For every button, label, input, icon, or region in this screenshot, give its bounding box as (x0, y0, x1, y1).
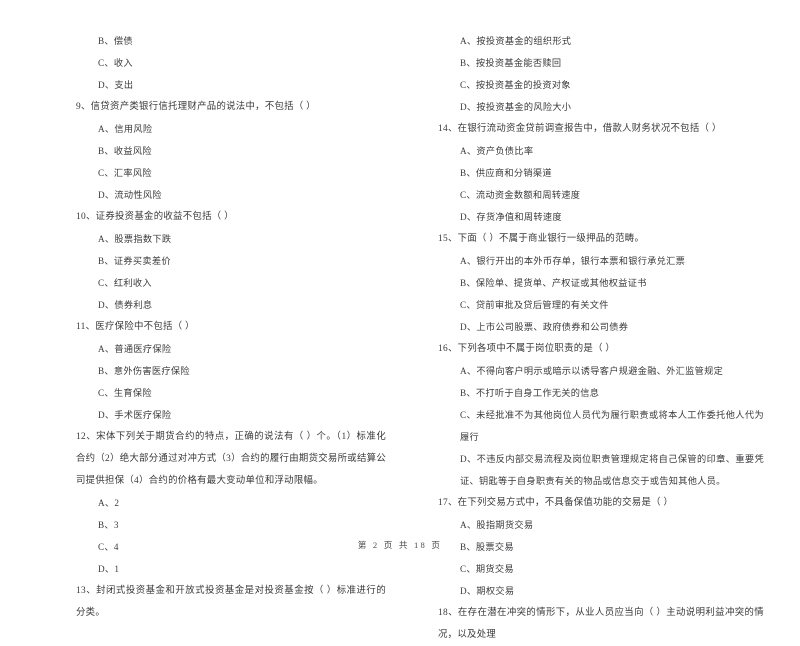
question-stem: 13、封闭式投资基金和开放式投资基金是对投资基金按（ ）标准进行的分类。 (76, 586, 386, 618)
question-option: B、按投资基金能否赎回 (460, 58, 562, 68)
question-option: B、证券买卖差价 (98, 256, 171, 266)
question-option: B、保险单、提货单、产权证或其他权益证书 (460, 278, 647, 288)
question-option: A、不得向客户明示或暗示以诱导客户规避金融、外汇监管规定 (460, 366, 724, 376)
question-option: C、期货交易 (460, 564, 514, 574)
question-option: D、存货净值和周转速度 (460, 212, 562, 222)
right-column: A、按投资基金的组织形式 B、按投资基金能否赎回 C、按投资基金的投资对象 D、按投资… (400, 30, 772, 646)
question-option: A、股指期货交易 (460, 520, 534, 530)
question-option: D、手术医疗保险 (98, 410, 172, 420)
question-option: A、银行开出的本外币存单，银行本票和银行承兑汇票 (460, 256, 686, 266)
question-option: B、意外伤害医疗保险 (98, 366, 190, 376)
question-option: C、未经批准不为其他岗位人员代为履行职责或将本人工作委托他人代为履行 (460, 410, 764, 442)
question-option: D、不违反内部交易流程及岗位职责管理规定将自己保管的印章、重要凭证、钥匙等于自身… (460, 454, 764, 486)
question-option: A、股票指数下跌 (98, 234, 172, 244)
question-option: B、3 (98, 520, 119, 530)
question-option: C、红利收入 (98, 278, 152, 288)
question-option: A、普通医疗保险 (98, 344, 172, 354)
question-option: B、供应商和分销渠道 (460, 168, 552, 178)
question-stem: 16、下列各项中不属于岗位职责的是（ ） (438, 344, 616, 354)
question-stem: 18、在存在潜在冲突的情形下，从业人员应当向（ ）主动说明利益冲突的情况，以及处… (438, 608, 764, 640)
question-stem: 10、证券投资基金的收益不包括（ ） (76, 212, 234, 222)
two-column-layout: B、偿债 C、收入 D、支出 9、信贷资产类银行信托理财产品的说法中，不包括（ ） A、… (28, 30, 772, 646)
question-stem: 15、下面（ ）不属于商业银行一级押品的范畴。 (438, 234, 645, 244)
question-option: C、贷前审批及贷后管理的有关文件 (460, 300, 609, 310)
question-option: D、流动性风险 (98, 190, 162, 200)
question-stem: 12、宋体下列关于期货合约的特点，正确的说法有（ ）个。（1）标准化合约（2）绝… (76, 432, 386, 486)
question-option: B、收益风险 (98, 146, 152, 156)
question-option: A、按投资基金的组织形式 (460, 36, 572, 46)
question-option: D、上市公司股票、政府债券和公司债券 (460, 322, 629, 332)
question-option: A、2 (98, 498, 120, 508)
question-option: D、1 (98, 564, 120, 574)
left-column: B、偿债 C、收入 D、支出 9、信贷资产类银行信托理财产品的说法中，不包括（ ） A、… (28, 30, 400, 624)
question-option: C、收入 (98, 58, 133, 68)
question-option: D、支出 (98, 80, 134, 90)
question-stem: 17、在下列交易方式中，不具备保值功能的交易是（ ） (438, 498, 674, 508)
question-option: C、流动资金数额和周转速度 (460, 190, 581, 200)
question-option: B、不打听于自身工作无关的信息 (460, 388, 600, 398)
question-option: A、资产负债比率 (460, 146, 534, 156)
question-option: C、生育保险 (98, 388, 152, 398)
question-option: D、按投资基金的风险大小 (460, 102, 572, 112)
question-stem: 14、在银行流动资金贷前调查报告中，借款人财务状况不包括（ ） (438, 124, 722, 134)
page-footer: 第 2 页 共 18 页 (357, 540, 443, 550)
question-option: C、按投资基金的投资对象 (460, 80, 571, 90)
question-option: B、偿债 (98, 36, 133, 46)
question-option: A、信用风险 (98, 124, 153, 134)
question-option: C、汇率风险 (98, 168, 152, 178)
question-stem: 9、信贷资产类银行信托理财产品的说法中，不包括（ ） (76, 102, 316, 112)
question-stem: 11、医疗保险中不包括（ ） (76, 322, 195, 332)
question-option: D、期权交易 (460, 586, 515, 596)
exam-page: B、偿债 C、收入 D、支出 9、信贷资产类银行信托理财产品的说法中，不包括（ ） A、… (0, 0, 800, 640)
question-option: D、债券利息 (98, 300, 153, 310)
